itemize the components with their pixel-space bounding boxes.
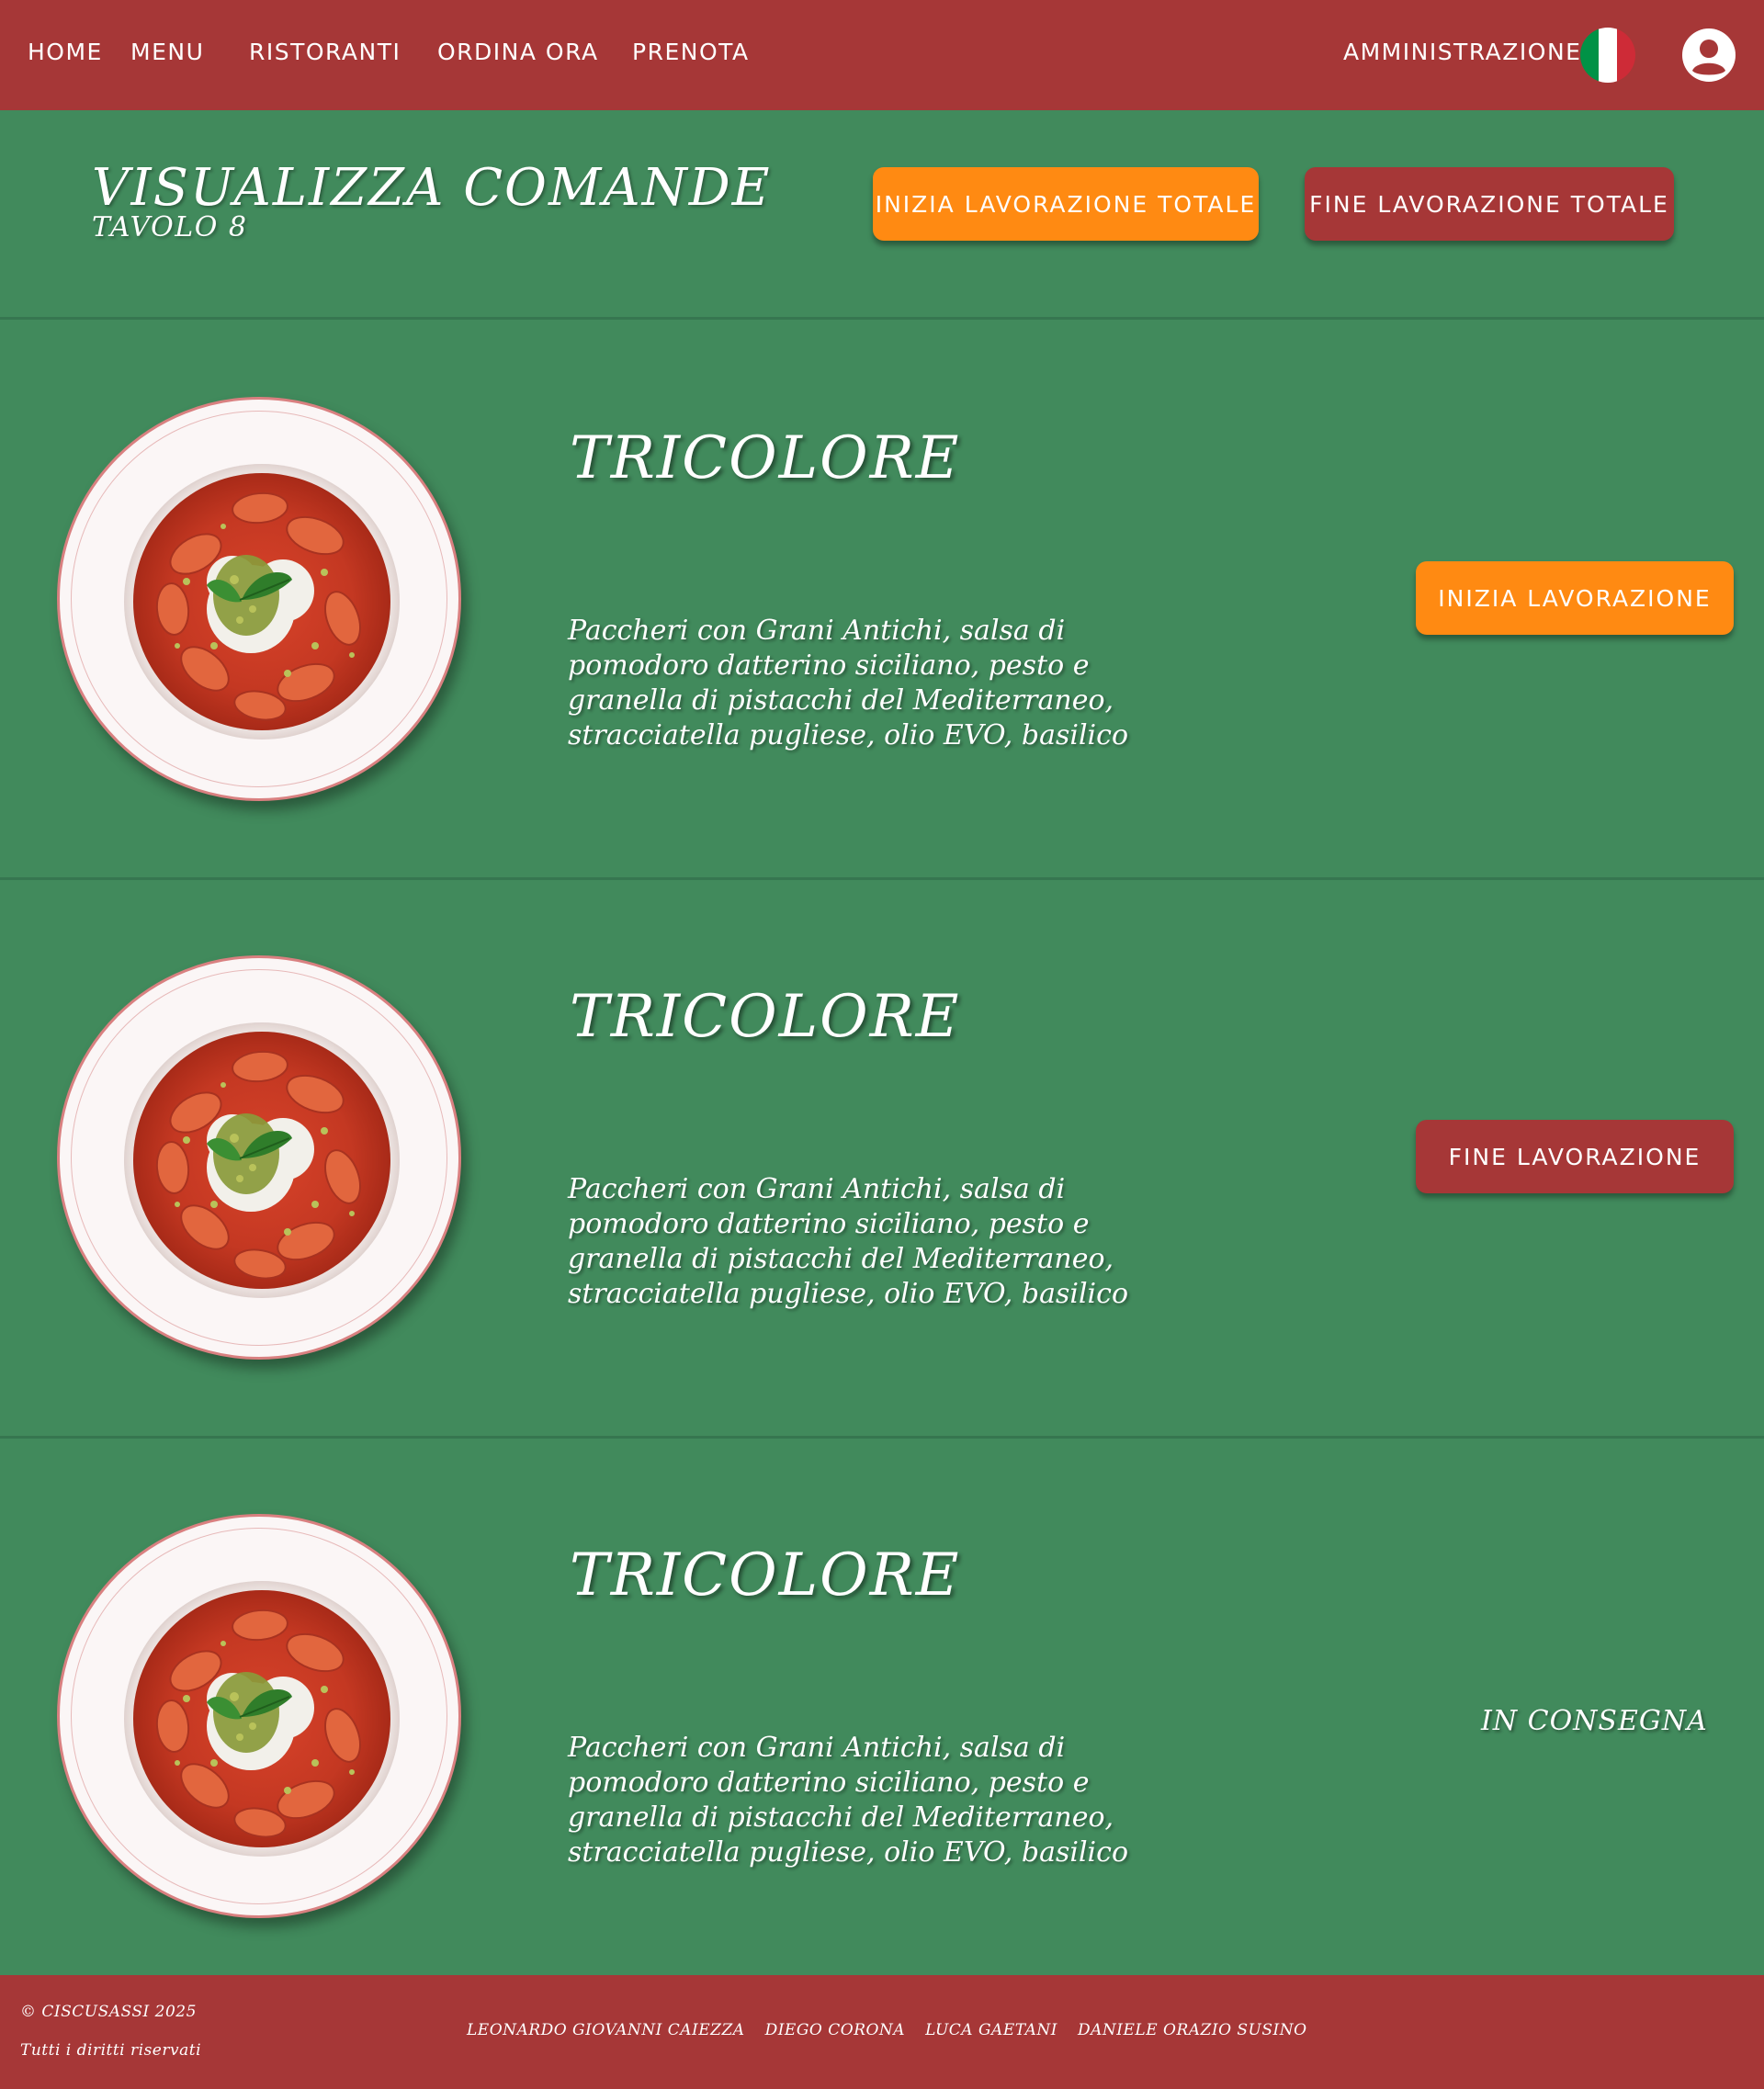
author-name: LEONARDO GIOVANNI CAIEZZA	[467, 2021, 745, 2039]
end-all-processing-button[interactable]: FINE LAVORAZIONE TOTALE	[1305, 167, 1674, 241]
page-header: VISUALIZZA COMANDE TAVOLO 8 INIZIA LAVOR…	[0, 110, 1764, 320]
nav-link-home[interactable]: HOME	[28, 37, 103, 68]
nav-link-menu[interactable]: MENU	[130, 37, 204, 68]
nav-link-ordina-ora[interactable]: ORDINA ORA	[437, 37, 599, 68]
start-processing-button[interactable]: INIZIA LAVORAZIONE	[1416, 561, 1734, 635]
order-row: TRICOLORE Paccheri con Grani Antichi, sa…	[0, 322, 1764, 880]
order-row: TRICOLORE Paccheri con Grani Antichi, sa…	[0, 880, 1764, 1439]
dish-description: Paccheri con Grani Antichi, salsa di pom…	[568, 615, 1129, 751]
dish-name: TRICOLORE	[570, 983, 961, 1051]
dish-name: TRICOLORE	[570, 424, 961, 492]
italian-flag-icon[interactable]	[1580, 28, 1635, 83]
start-all-processing-button[interactable]: INIZIA LAVORAZIONE TOTALE	[873, 167, 1259, 241]
author-name: LUCA GAETANI	[925, 2021, 1058, 2039]
nav-link-prenota[interactable]: PRENOTA	[632, 37, 750, 68]
nav-link-amministrazione[interactable]: AMMINISTRAZIONE	[1343, 37, 1581, 68]
rights-text: Tutti i diritti riservati	[20, 2041, 202, 2060]
dish-image	[57, 1514, 461, 1918]
top-navbar: HOME MENU RISTORANTI ORDINA ORA PRENOTA …	[0, 0, 1764, 110]
author-name: DANIELE ORAZIO SUSINO	[1078, 2021, 1307, 2039]
end-processing-button[interactable]: FINE LAVORAZIONE	[1416, 1120, 1734, 1193]
order-status-label: IN CONSEGNA	[1481, 1705, 1708, 1737]
dish-description: Paccheri con Grani Antichi, salsa di pom…	[568, 1732, 1129, 1869]
user-account-icon[interactable]	[1681, 28, 1736, 83]
page-footer: © CISCUSASSI 2025 Tutti i diritti riserv…	[0, 1975, 1764, 2089]
author-name: DIEGO CORONA	[764, 2021, 906, 2039]
authors-list: LEONARDO GIOVANNI CAIEZZA DIEGO CORONA L…	[467, 2021, 1307, 2039]
order-row: TRICOLORE Paccheri con Grani Antichi, sa…	[0, 1439, 1764, 1975]
table-number: TAVOLO 8	[92, 211, 248, 243]
dish-description: Paccheri con Grani Antichi, salsa di pom…	[568, 1173, 1129, 1310]
copyright-text: © CISCUSASSI 2025	[20, 2003, 197, 2021]
dish-name: TRICOLORE	[570, 1541, 961, 1609]
page-title: VISUALIZZA COMANDE	[92, 158, 772, 218]
dish-image	[57, 397, 461, 801]
nav-link-ristoranti[interactable]: RISTORANTI	[249, 37, 401, 68]
dish-image	[57, 955, 461, 1360]
